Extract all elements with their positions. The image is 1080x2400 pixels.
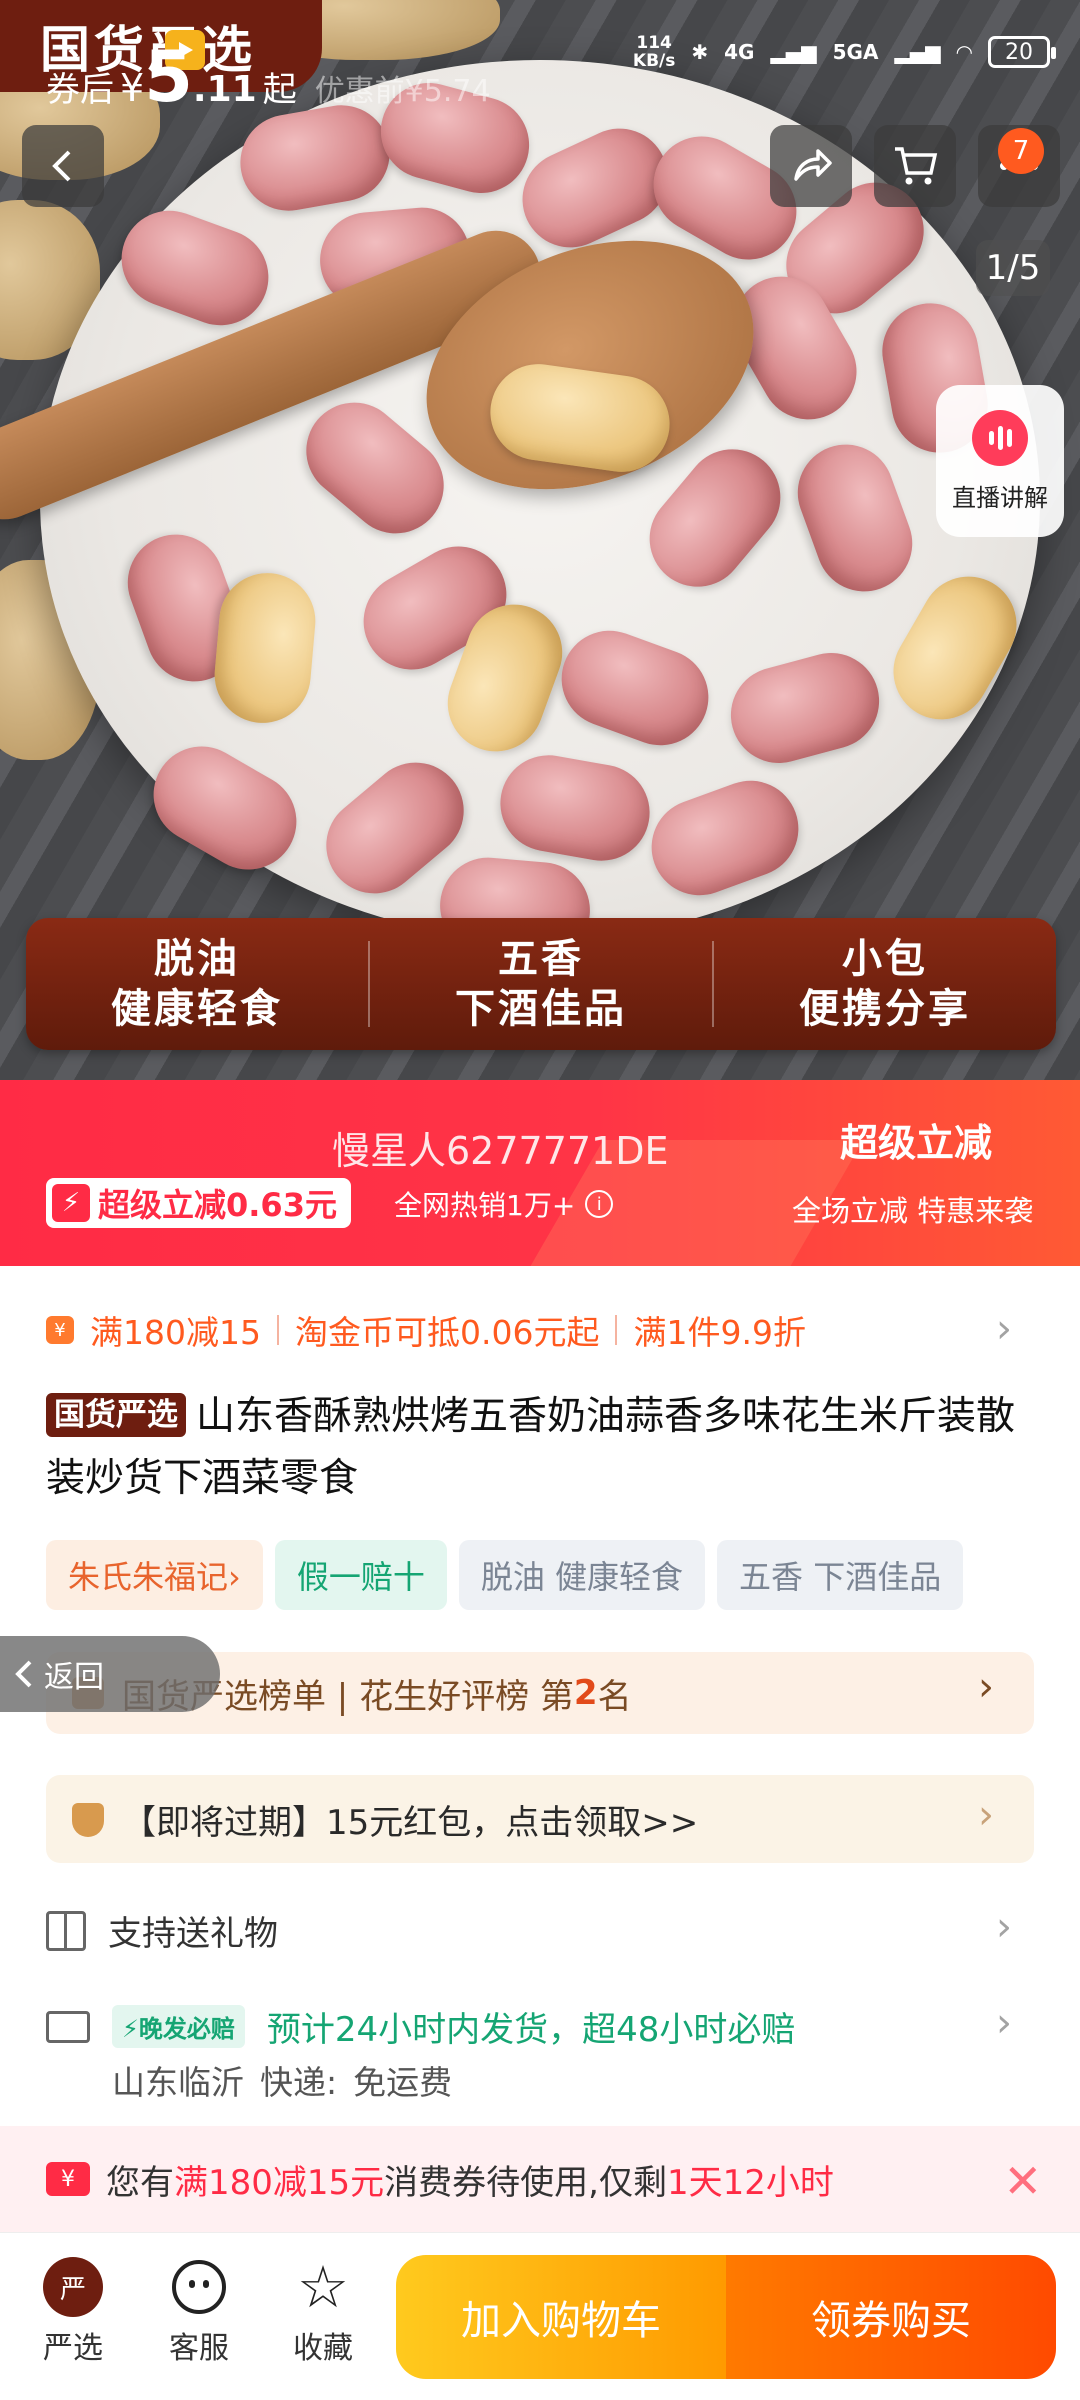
- status-bar: 114 KB/s ✱ 4G ▂▄▆ 5GA ▂▄▆ ◠ 20: [632, 33, 1056, 71]
- promo-item: 淘金币可抵0.06元起: [294, 1313, 600, 1352]
- coupon-price: 券后 ¥ 5 .11 起 优惠前¥5.74: [46, 36, 491, 118]
- gift-label: 支持送礼物: [108, 1914, 278, 1954]
- lightning-icon: ⚡: [52, 1184, 90, 1222]
- feature-item: 小包 便携分享: [799, 936, 971, 1032]
- shipping-origin: 山东临沂 快递: 免运费: [112, 2056, 452, 2104]
- network-speed: 114 KB/s: [632, 33, 676, 71]
- image-pager: 1/5: [976, 240, 1050, 296]
- info-icon[interactable]: i: [585, 1190, 614, 1218]
- coupon-buy-button[interactable]: 领券购买: [726, 2255, 1056, 2379]
- promo-item: 满1件9.9折: [633, 1313, 806, 1352]
- return-label: 返回: [44, 1660, 104, 1695]
- super-discount-title: 超级立减: [840, 1121, 993, 1165]
- feature-tag[interactable]: 五香 下酒佳品: [717, 1540, 964, 1610]
- nav-favorite[interactable]: ☆ 收藏: [268, 2257, 378, 2367]
- ticket-icon: ¥: [46, 2162, 90, 2196]
- cart-icon: [895, 147, 938, 185]
- bottom-action-bar: 严 严选 客服 ☆ 收藏 加入购物车 领券购买: [0, 2232, 1080, 2400]
- feature-item: 五香 下酒佳品: [455, 936, 627, 1032]
- wifi-icon: ◠: [956, 40, 972, 64]
- bluetooth-icon: ✱: [691, 40, 709, 64]
- star-icon: ☆: [297, 2253, 349, 2321]
- gift-icon: [46, 1910, 86, 1951]
- return-button[interactable]: 返回: [0, 1636, 220, 1712]
- chevron-left-icon: [52, 150, 71, 182]
- red-packet-bar[interactable]: 【即将过期】15元红包，点击领取>>: [46, 1775, 1034, 1863]
- guarantee-tag[interactable]: 假一赔十: [274, 1540, 447, 1610]
- coupon-icon: ¥: [46, 1316, 74, 1344]
- store-tag[interactable]: 朱氏朱福记›: [46, 1540, 263, 1610]
- super-discount-subtitle: 全场立减 特惠来袭: [792, 1194, 1034, 1228]
- gift-row[interactable]: 支持送礼物: [46, 1906, 278, 1955]
- live-label: 直播讲解: [952, 483, 1048, 512]
- signal-bars-icon: ▂▄▆: [894, 40, 941, 64]
- coupon-notice[interactable]: ¥ 您有满180减15元消费券待使用,仅剩1天12小时 ✕: [0, 2126, 1080, 2232]
- rank-number: 2: [573, 1673, 598, 1713]
- chevron-right-icon[interactable]: ›: [978, 1792, 994, 1838]
- product-title: 国货严选 山东香酥熟烘烤五香奶油蒜香多味花生米斤装散装炒货下酒菜零食: [46, 1386, 1036, 1510]
- back-button[interactable]: [22, 125, 104, 207]
- red-packet-text: 【即将过期】15元红包，点击领取>>: [122, 1802, 699, 1843]
- divider: [276, 1315, 279, 1345]
- add-to-cart-button[interactable]: 加入购物车: [396, 2255, 726, 2379]
- feature-tag[interactable]: 脱油 健康轻食: [458, 1540, 706, 1610]
- signal-bars-icon: ▂▄▆: [770, 40, 817, 64]
- battery-icon: 20: [988, 36, 1056, 68]
- shipping-row[interactable]: ⚡晚发必赔 预计24小时内发货，超48小时必赔: [46, 2002, 795, 2051]
- nav-customer-service[interactable]: 客服: [144, 2257, 254, 2367]
- live-icon: [972, 409, 1028, 466]
- cart-button[interactable]: [874, 125, 956, 207]
- hot-sales[interactable]: 全网热销1万+ i: [394, 1184, 614, 1224]
- nav-yanxuan[interactable]: 严 严选: [18, 2257, 128, 2367]
- share-button[interactable]: [770, 125, 852, 207]
- chevron-left-icon: [15, 1660, 32, 1688]
- feature-item: 脱油 健康轻食: [111, 936, 283, 1032]
- truck-icon: [46, 2010, 90, 2043]
- shield-icon: [72, 1803, 104, 1837]
- live-explain-button[interactable]: 直播讲解: [936, 385, 1064, 537]
- chevron-right-icon[interactable]: ›: [996, 2000, 1012, 2046]
- origin-city: 山东临沂: [112, 2063, 244, 2102]
- product-title-text: 山东香酥熟烘烤五香奶油蒜香多味花生米斤装散装炒货下酒菜零食: [46, 1394, 1016, 1501]
- feature-banner: 脱油 健康轻食 五香 下酒佳品 小包 便携分享: [26, 918, 1056, 1050]
- ship-estimate: 预计24小时内发货，超48小时必赔: [266, 2010, 796, 2050]
- promo-row[interactable]: ¥ 满180减15 淘金币可抵0.06元起 满1件9.9折: [46, 1306, 806, 1354]
- divider: [615, 1315, 618, 1345]
- title-brand-tag: 国货严选: [46, 1393, 186, 1437]
- purchase-buttons: 加入购物车 领券购买: [396, 2255, 1056, 2379]
- promo-item: 满180减15: [90, 1313, 261, 1352]
- chevron-right-icon[interactable]: ›: [996, 1904, 1012, 1950]
- super-discount-pill: ⚡ 超级立减0.63元: [46, 1178, 351, 1228]
- user-watermark: 慢星人6277771DE: [332, 1129, 669, 1173]
- express-label: 快递:: [260, 2063, 338, 2102]
- signal-5ga: 5GA: [832, 40, 879, 64]
- close-icon[interactable]: ✕: [1003, 2154, 1042, 2208]
- service-face-icon: [172, 2260, 226, 2314]
- chevron-right-icon[interactable]: ›: [978, 1664, 994, 1710]
- share-icon: [794, 149, 832, 181]
- express-value: 免运费: [353, 2063, 453, 2102]
- yanxuan-logo-icon: 严: [43, 2257, 103, 2317]
- chevron-right-icon[interactable]: ›: [996, 1306, 1012, 1352]
- late-ship-badge: ⚡晚发必赔: [112, 2005, 245, 2048]
- signal-4g: 4G: [724, 40, 755, 64]
- tag-row: 朱氏朱福记› 假一赔十 脱油 健康轻食 五香 下酒佳品: [46, 1540, 964, 1610]
- cart-count-badge: 7: [998, 128, 1044, 174]
